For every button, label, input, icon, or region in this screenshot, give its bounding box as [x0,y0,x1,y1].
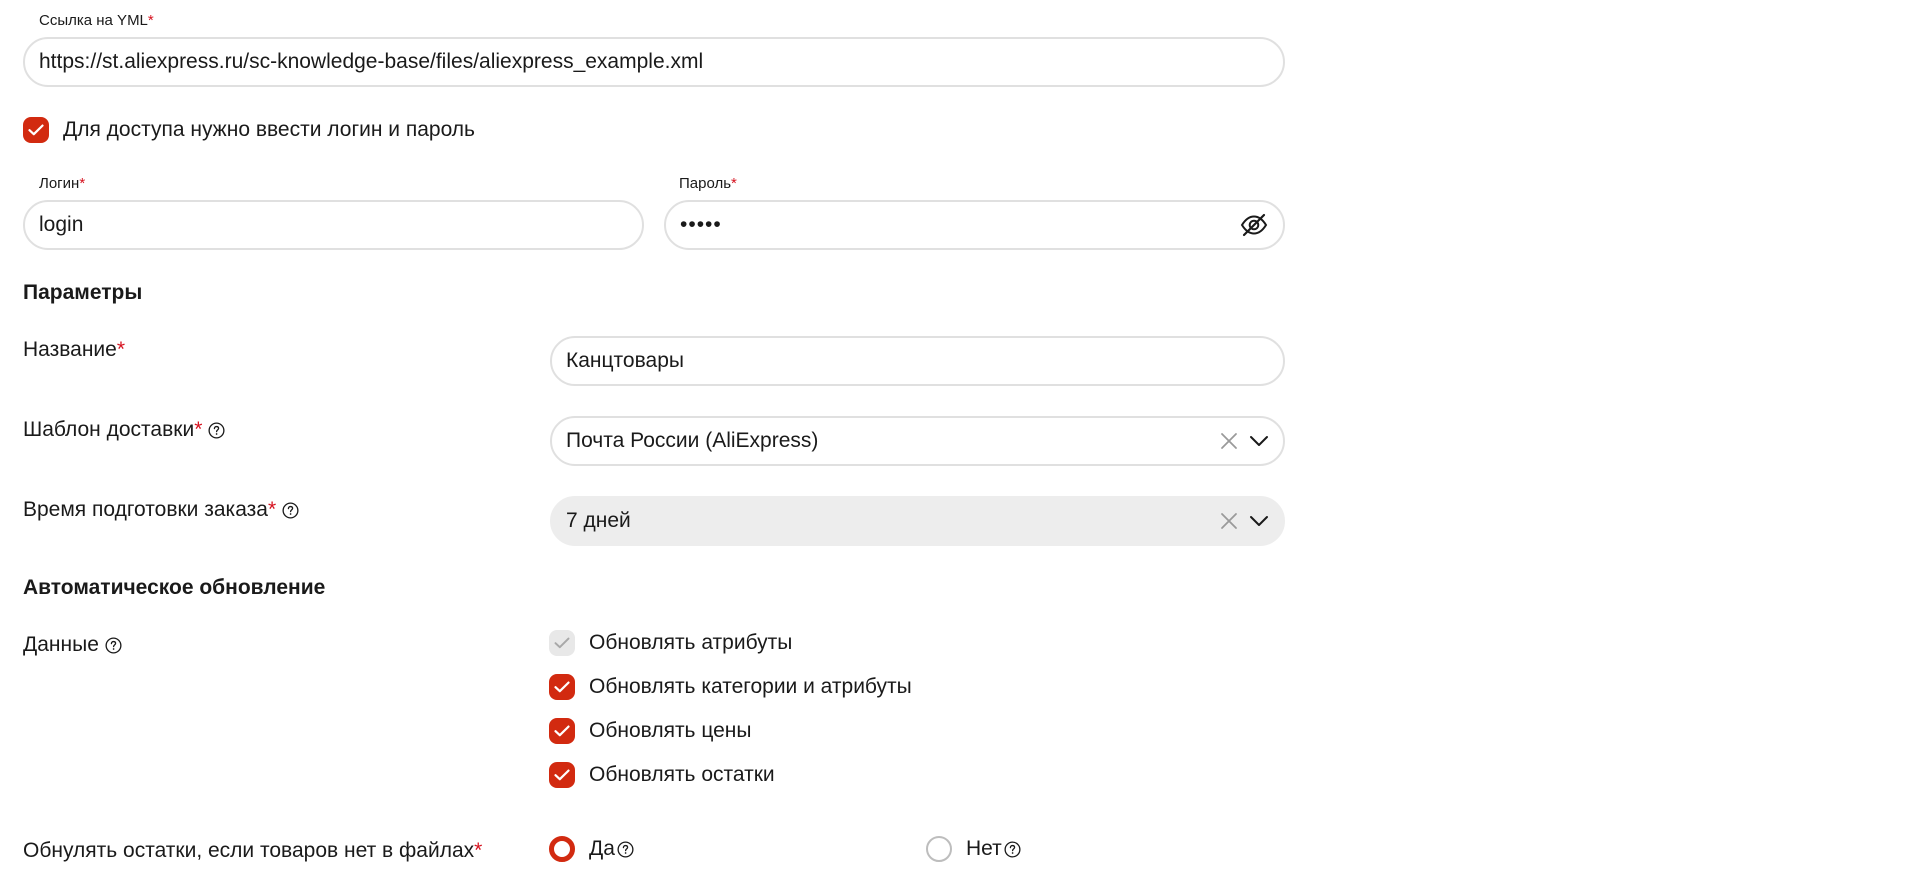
yml-url-input[interactable]: https://st.aliexpress.ru/sc-knowledge-ba… [23,37,1285,87]
eye-off-icon[interactable] [1239,212,1269,238]
password-value: ••••• [680,213,722,236]
update-prices-label: Обновлять цены [589,719,752,742]
prep-time-select[interactable]: 7 дней [550,496,1285,546]
update-stock-checkbox[interactable] [549,762,575,788]
name-label: Название* [23,338,126,361]
clear-icon[interactable] [1219,511,1239,531]
data-label: Данные [23,633,122,657]
check-icon [28,124,44,136]
update-categories-checkbox[interactable] [549,674,575,700]
help-icon[interactable] [105,636,122,654]
name-input[interactable]: Канцтовары [550,336,1285,386]
login-input[interactable]: login [23,200,644,250]
clear-icon[interactable] [1219,431,1239,451]
check-icon [554,637,570,649]
check-icon [554,725,570,737]
chevron-down-icon[interactable] [1249,511,1269,531]
chevron-down-icon[interactable] [1249,431,1269,451]
prep-time-value: 7 дней [566,509,631,532]
auth-checkbox[interactable] [23,117,49,143]
name-value: Канцтовары [566,349,684,372]
password-label: Пароль* [679,175,737,192]
help-icon[interactable] [282,501,299,519]
login-value: login [39,213,84,236]
params-heading: Параметры [23,281,143,304]
reset-stock-label: Обнулять остатки, если товаров нет в фай… [23,839,483,862]
update-categories-label: Обновлять категории и атрибуты [589,675,912,698]
delivery-value: Почта России (AliExpress) [566,429,819,452]
update-attributes-label: Обновлять атрибуты [589,631,793,654]
auto-update-heading: Автоматическое обновление [23,576,326,599]
login-label: Логин* [39,175,86,192]
update-attributes-checkbox[interactable] [549,630,575,656]
delivery-label: Шаблон доставки* [23,418,225,442]
prep-time-label: Время подготовки заказа* [23,498,299,522]
reset-stock-yes-label: Да [589,837,634,861]
auth-checkbox-label: Для доступа нужно ввести логин и пароль [63,118,475,141]
check-icon [554,681,570,693]
reset-stock-no-label: Нет [966,837,1021,861]
reset-stock-yes-radio[interactable] [549,836,575,862]
help-icon[interactable] [617,840,634,858]
update-stock-label: Обновлять остатки [589,763,775,786]
check-icon [554,769,570,781]
help-icon[interactable] [208,421,225,439]
reset-stock-no-radio[interactable] [926,836,952,862]
yml-url-value: https://st.aliexpress.ru/sc-knowledge-ba… [39,50,704,73]
password-input[interactable]: ••••• [664,200,1285,250]
update-prices-checkbox[interactable] [549,718,575,744]
yml-label: Ссылка на YML* [39,12,154,29]
delivery-select[interactable]: Почта России (AliExpress) [550,416,1285,466]
help-icon[interactable] [1004,840,1021,858]
